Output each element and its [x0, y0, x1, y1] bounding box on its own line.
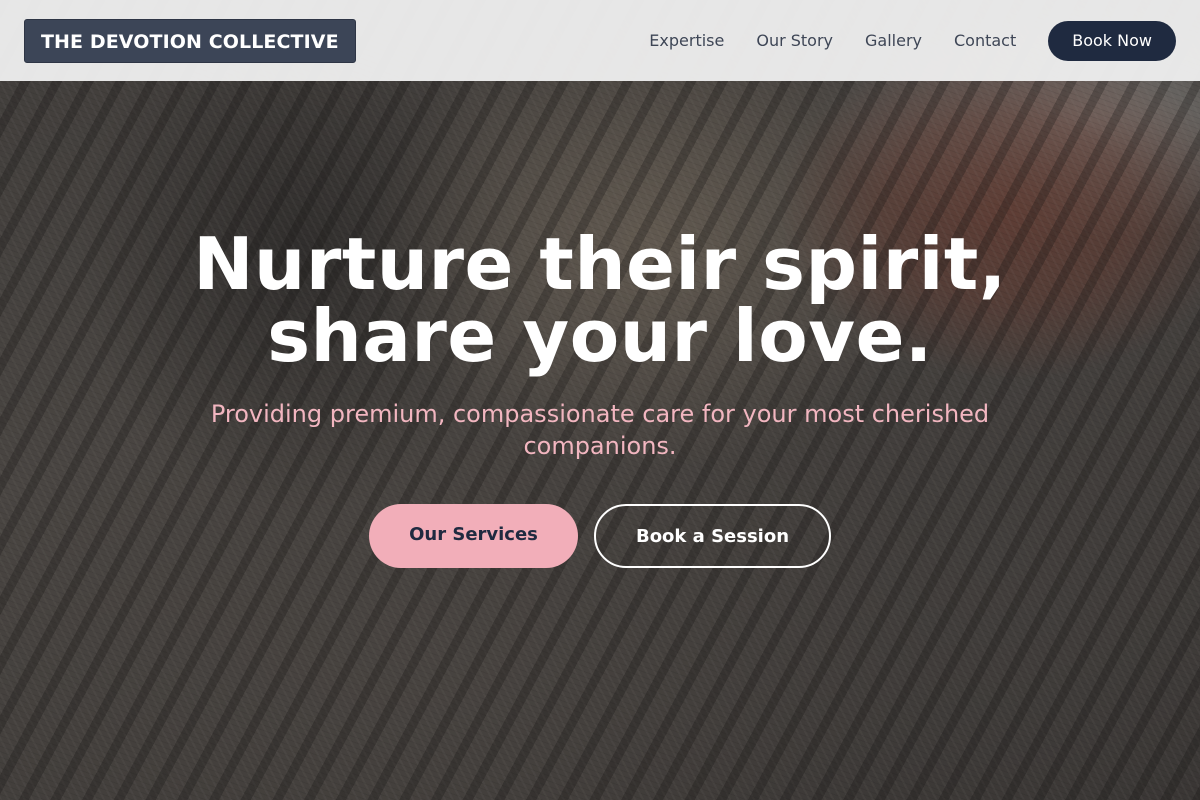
nav-link-gallery[interactable]: Gallery — [865, 31, 922, 50]
site-header: THE DEVOTION COLLECTIVE Expertise Our St… — [0, 0, 1200, 81]
nav-link-expertise[interactable]: Expertise — [649, 31, 724, 50]
our-services-button[interactable]: Our Services — [369, 504, 578, 568]
book-session-button[interactable]: Book a Session — [594, 504, 831, 568]
brand-logo[interactable]: THE DEVOTION COLLECTIVE — [24, 18, 356, 63]
hero-subheadline: Providing premium, compassionate care fo… — [210, 400, 990, 460]
hero-headline: Nurture their spirit, share your love. — [0, 228, 1200, 372]
hero-headline-line-2: share your love. — [267, 294, 933, 378]
nav-link-our-story[interactable]: Our Story — [756, 31, 833, 50]
hero-cta-row: Our Services Book a Session — [0, 504, 1200, 568]
book-now-button[interactable]: Book Now — [1048, 20, 1176, 61]
hero-content: Nurture their spirit, share your love. P… — [0, 228, 1200, 568]
hero-headline-line-1: Nurture their spirit, — [193, 222, 1007, 306]
main-nav: Expertise Our Story Gallery Contact Book… — [617, 20, 1176, 61]
nav-link-contact[interactable]: Contact — [954, 31, 1016, 50]
